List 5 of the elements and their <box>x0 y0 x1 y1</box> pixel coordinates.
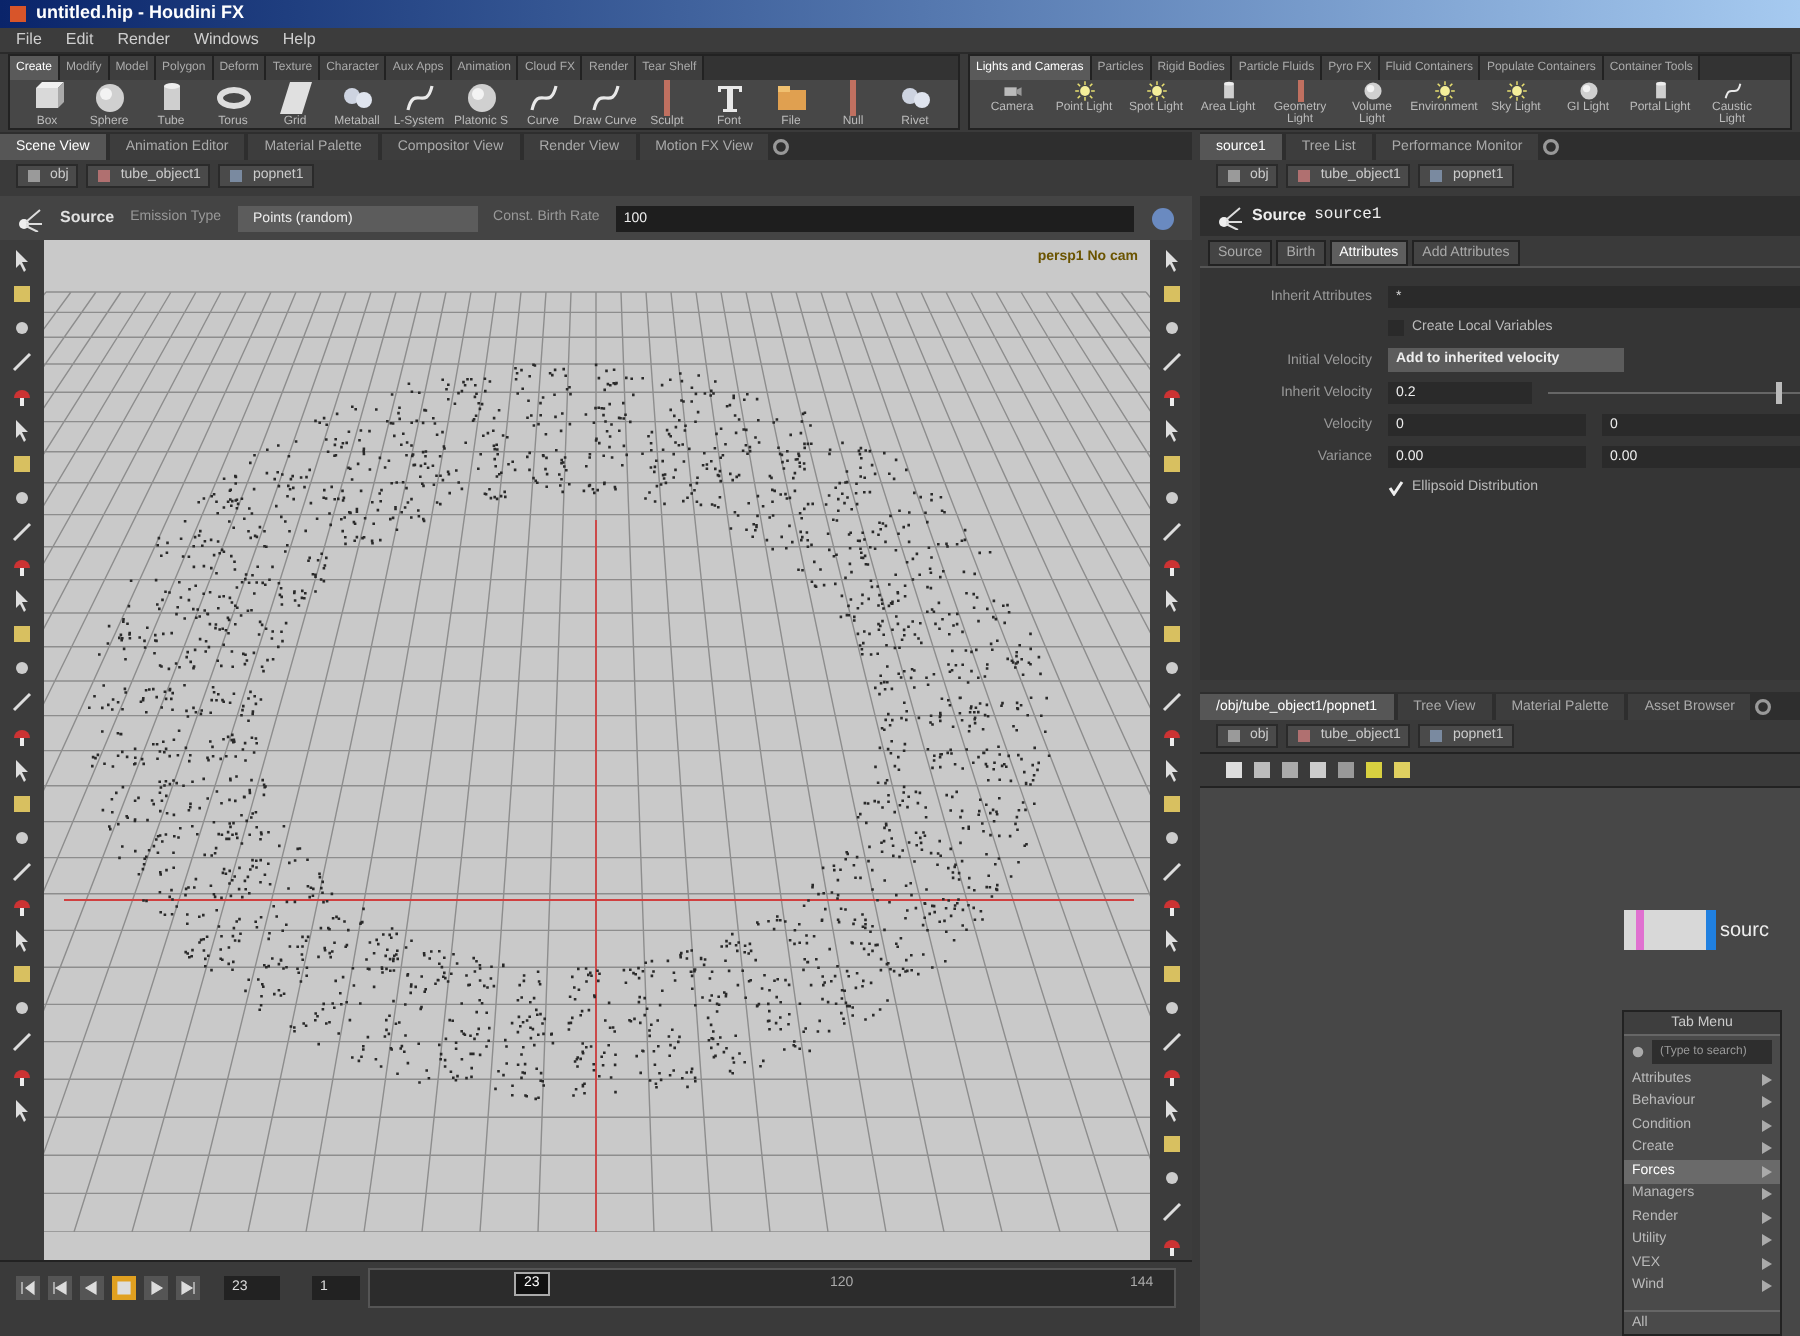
operator-label: Source <box>60 206 115 230</box>
node-label: sourc <box>1720 918 1769 946</box>
node-type: Source <box>1252 204 1307 228</box>
window-title: untitled.hip - Houdini FX <box>36 0 244 27</box>
node-name: source1 <box>1314 204 1382 228</box>
